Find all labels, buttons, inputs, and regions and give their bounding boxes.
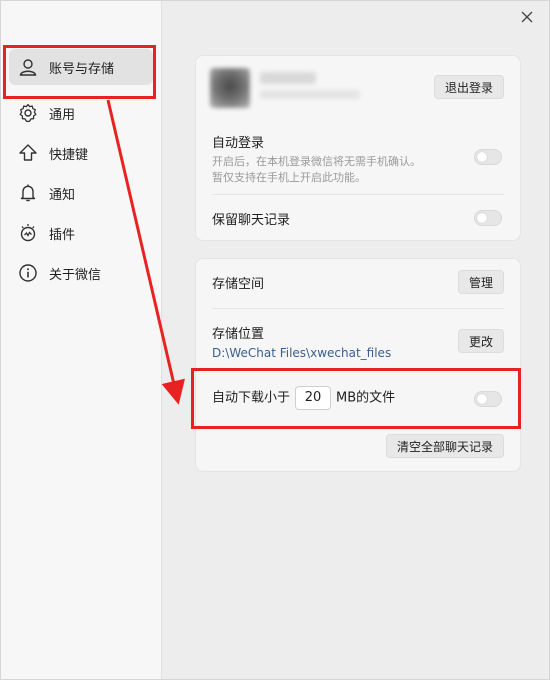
auto-download-toggle[interactable] [474,391,502,407]
blurred-user-info [260,90,360,99]
sidebar-item-label: 账号与存储 [49,61,115,77]
keep-history-row: 保留聊天记录 [212,209,504,228]
storage-card: 存储空间 管理 存储位置 D:\WeChat Files\xwechat_fil… [195,258,521,472]
divider [212,308,504,309]
settings-window: 账号与存储 通用 快捷键 通知 插件 关于微信 退出登录 自动登录 开启后，在本… [0,0,550,680]
sidebar-item-notifications[interactable]: 通知 [9,175,153,211]
gear-icon [17,102,39,124]
sidebar-item-account-storage[interactable]: 账号与存储 [9,49,153,85]
shortcut-arrow-icon [17,142,39,164]
settings-sidebar: 账号与存储 通用 快捷键 通知 插件 关于微信 [1,1,162,679]
divider [212,369,504,370]
blurred-username [260,72,316,84]
sidebar-item-label: 快捷键 [49,147,89,163]
auto-download-size-input[interactable]: 20 [295,386,332,410]
auto-login-title: 自动登录 [212,136,265,151]
sidebar-item-label: 关于微信 [49,267,102,283]
auto-download-row: 自动下载小于 20 MB的文件 [212,386,504,410]
clear-all-history-button[interactable]: 清空全部聊天记录 [385,434,504,458]
sidebar-item-label: 通用 [49,107,76,123]
account-card: 退出登录 自动登录 开启后，在本机登录微信将无需手机确认。 暂仅支持在手机上开启… [195,55,521,241]
person-icon [17,56,39,78]
keep-history-title: 保留聊天记录 [212,213,291,228]
bell-icon [17,182,39,204]
avatar [210,68,250,108]
plugin-icon [17,222,39,244]
auto-login-row: 自动登录 开启后，在本机登录微信将无需手机确认。 暂仅支持在手机上开启此功能。 [212,132,504,186]
auto-login-desc-line1: 开启后，在本机登录微信将无需手机确认。 [212,155,421,168]
close-icon [521,11,533,23]
sidebar-item-label: 通知 [49,187,76,203]
auto-download-suffix: MB的文件 [336,390,396,406]
divider [212,194,504,195]
sidebar-item-about[interactable]: 关于微信 [9,255,153,291]
logout-button[interactable]: 退出登录 [433,75,504,99]
keep-history-toggle[interactable] [474,210,502,226]
sidebar-item-label: 插件 [49,227,76,243]
sidebar-item-shortcuts[interactable]: 快捷键 [9,135,153,171]
manage-storage-button[interactable]: 管理 [457,270,504,294]
close-button[interactable] [519,9,535,25]
auto-login-desc-line2: 暂仅支持在手机上开启此功能。 [212,171,366,184]
auto-login-toggle[interactable] [474,149,502,165]
sidebar-item-general[interactable]: 通用 [9,95,153,131]
auto-download-prefix: 自动下载小于 [212,390,291,406]
change-location-button[interactable]: 更改 [457,329,504,353]
info-icon [17,262,39,284]
sidebar-item-plugins[interactable]: 插件 [9,215,153,251]
